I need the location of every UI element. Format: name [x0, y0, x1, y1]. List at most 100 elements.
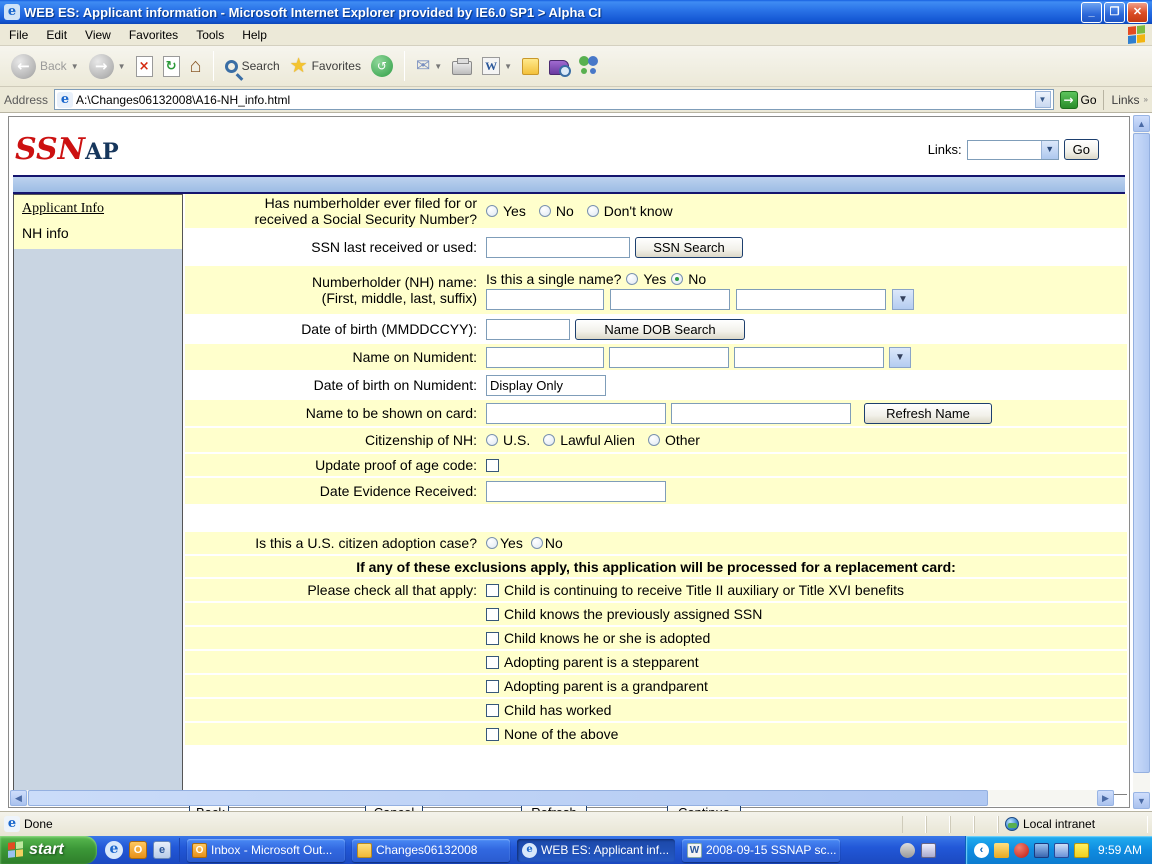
scroll-down-icon[interactable]: ▼: [1133, 792, 1150, 809]
window-title: WEB ES: Applicant information - Microsof…: [24, 5, 1079, 20]
scroll-left-icon[interactable]: ◀: [10, 790, 27, 806]
scroll-right-icon[interactable]: ▶: [1097, 790, 1114, 806]
tray-notes-icon[interactable]: [1074, 843, 1089, 858]
exclusion-checkbox-3[interactable]: [486, 656, 499, 669]
select-arrow-icon[interactable]: ▼: [1041, 141, 1058, 159]
edit-word-button[interactable]: W ▼: [477, 55, 517, 77]
mail-dropdown-icon[interactable]: ▼: [434, 62, 442, 71]
back-dropdown-icon[interactable]: ▼: [71, 62, 79, 71]
numident-first-name-input[interactable]: [486, 347, 604, 368]
numident-middle-name-input[interactable]: [609, 347, 729, 368]
status-page-icon: e: [4, 816, 20, 832]
menu-favorites[interactable]: Favorites: [120, 25, 187, 45]
go-button[interactable]: → Go: [1060, 91, 1097, 109]
exclusion-checkbox-6[interactable]: [486, 728, 499, 741]
page-links-go-button[interactable]: Go: [1064, 139, 1099, 160]
refresh-button[interactable]: ↻: [158, 54, 185, 79]
links-toolbar[interactable]: Links »: [1103, 90, 1148, 110]
horizontal-scroll-thumb[interactable]: [28, 790, 988, 806]
microphone-icon[interactable]: [900, 843, 915, 858]
citizenship-lawful-alien-radio[interactable]: [543, 434, 555, 446]
adoption-yes-radio[interactable]: [486, 537, 498, 549]
tray-mail-icon[interactable]: [994, 843, 1009, 858]
tablet-pen-icon[interactable]: [921, 843, 936, 858]
sidebar-item-applicant-info[interactable]: Applicant Info: [22, 201, 174, 217]
nh-last-name-input[interactable]: [736, 289, 886, 310]
taskbar-clock[interactable]: 9:59 AM: [1098, 843, 1142, 857]
outlook-quicklaunch-icon[interactable]: O: [129, 841, 147, 859]
numident-suffix-dropdown[interactable]: ▼: [889, 347, 911, 368]
menu-file[interactable]: File: [0, 25, 37, 45]
research-button[interactable]: [544, 55, 574, 77]
proof-of-age-checkbox[interactable]: [486, 459, 499, 472]
horizontal-scrollbar[interactable]: ◀ ▶: [10, 790, 1114, 806]
messenger-button[interactable]: [574, 54, 606, 78]
form-row-proof-age: Update proof of age code:: [185, 454, 1127, 476]
stop-button[interactable]: ×: [131, 54, 158, 79]
exclusion-checkbox-1[interactable]: [486, 608, 499, 621]
notes-button[interactable]: [517, 56, 544, 77]
restore-button[interactable]: ❐: [1104, 2, 1125, 23]
filed-no-radio[interactable]: [539, 205, 551, 217]
start-button[interactable]: start: [0, 836, 97, 864]
card-last-name-input[interactable]: [671, 403, 851, 424]
page-links-select[interactable]: ▼: [967, 140, 1059, 160]
folder-task-icon: [357, 843, 372, 858]
close-button[interactable]: ✕: [1127, 2, 1148, 23]
home-button[interactable]: ⌂: [185, 54, 207, 78]
date-evidence-input[interactable]: [486, 481, 666, 502]
history-button[interactable]: ↺: [366, 53, 398, 79]
minimize-button[interactable]: _: [1081, 2, 1102, 23]
mail-button[interactable]: ✉ ▼: [411, 55, 447, 77]
nh-first-name-input[interactable]: [486, 289, 604, 310]
dob-input[interactable]: [486, 319, 570, 340]
refresh-name-button[interactable]: Refresh Name: [864, 403, 992, 424]
exclusion-checkbox-2[interactable]: [486, 632, 499, 645]
print-button[interactable]: [447, 55, 477, 77]
card-first-name-input[interactable]: [486, 403, 666, 424]
adoption-no-radio[interactable]: [531, 537, 543, 549]
scroll-up-icon[interactable]: ▲: [1133, 115, 1150, 132]
filed-dontknow-radio[interactable]: [587, 205, 599, 217]
nh-suffix-dropdown[interactable]: ▼: [892, 289, 914, 310]
numident-last-name-input[interactable]: [734, 347, 884, 368]
menu-edit[interactable]: Edit: [37, 25, 76, 45]
collapse-chevron-icon[interactable]: ‹: [974, 843, 989, 858]
single-name-no-radio[interactable]: [671, 273, 683, 285]
edit-dropdown-icon[interactable]: ▼: [504, 62, 512, 71]
display-icon[interactable]: [1054, 843, 1069, 858]
exclusion-checkbox-5[interactable]: [486, 704, 499, 717]
ssn-search-button[interactable]: SSN Search: [635, 237, 743, 258]
taskbar-task-webes[interactable]: e WEB ES: Applicant inf...: [517, 839, 675, 862]
single-name-yes-radio[interactable]: [626, 273, 638, 285]
nh-middle-name-input[interactable]: [610, 289, 730, 310]
address-dropdown-icon[interactable]: ▼: [1035, 91, 1051, 108]
tray-agent-icon[interactable]: [1014, 843, 1029, 858]
numident-dob-input[interactable]: [486, 375, 606, 396]
address-input[interactable]: e A:\Changes06132008\A16-NH_info.html ▼: [54, 89, 1053, 110]
menu-tools[interactable]: Tools: [187, 25, 233, 45]
ie-channels-quicklaunch-icon[interactable]: e: [153, 841, 171, 859]
ssn-last-input[interactable]: [486, 237, 630, 258]
exclusion-checkbox-4[interactable]: [486, 680, 499, 693]
vertical-scroll-thumb[interactable]: [1133, 133, 1150, 773]
citizenship-other-radio[interactable]: [648, 434, 660, 446]
forward-button[interactable]: → ▼: [84, 52, 131, 81]
search-button[interactable]: Search: [220, 57, 285, 75]
network-icon[interactable]: [1034, 843, 1049, 858]
vertical-scrollbar[interactable]: ▲ ▼: [1133, 115, 1150, 809]
menu-help[interactable]: Help: [233, 25, 276, 45]
taskbar-task-folder[interactable]: Changes06132008: [352, 839, 510, 862]
filed-yes-radio[interactable]: [486, 205, 498, 217]
citizenship-us-radio[interactable]: [486, 434, 498, 446]
form-row-card-name: Name to be shown on card: Refresh Name: [185, 400, 1127, 426]
forward-dropdown-icon[interactable]: ▼: [118, 62, 126, 71]
ie-quicklaunch-icon[interactable]: e: [105, 841, 123, 859]
taskbar-task-word[interactable]: W 2008-09-15 SSNAP sc...: [682, 839, 840, 862]
name-dob-search-button[interactable]: Name DOB Search: [575, 319, 745, 340]
back-button[interactable]: ← Back ▼: [6, 52, 84, 81]
menu-view[interactable]: View: [76, 25, 120, 45]
taskbar-task-outlook[interactable]: O Inbox - Microsoft Out...: [187, 839, 345, 862]
exclusion-checkbox-0[interactable]: [486, 584, 499, 597]
favorites-button[interactable]: ★ Favorites: [285, 54, 366, 78]
